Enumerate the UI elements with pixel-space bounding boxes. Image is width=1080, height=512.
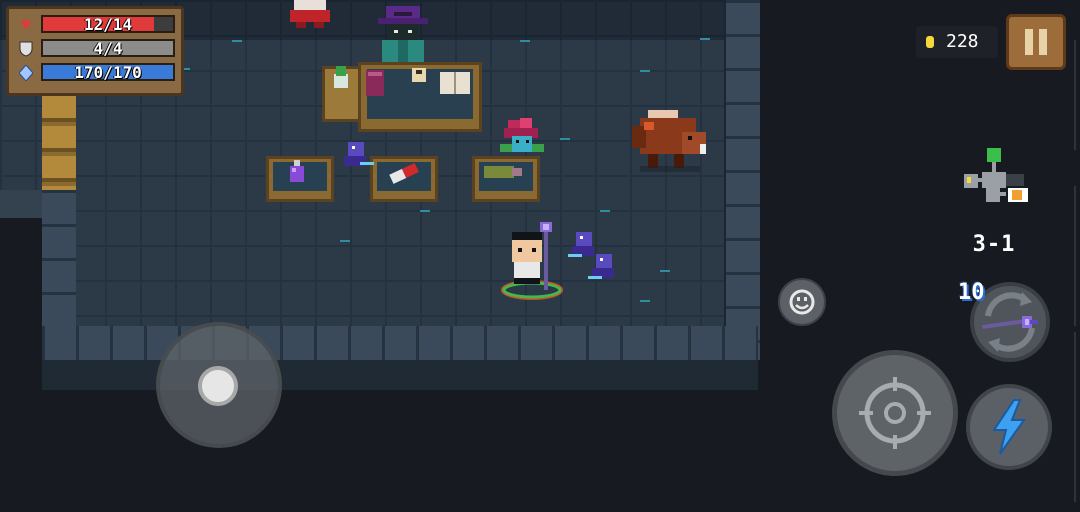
counter-items — [366, 68, 470, 96]
joystick-knob[interactable] — [198, 366, 238, 406]
energy-row: 170/170 — [15, 63, 175, 83]
player-character-sprite — [501, 222, 563, 300]
hp-text: 12/14 — [83, 15, 133, 34]
floor-accent — [640, 300, 650, 302]
floor-accent — [520, 40, 530, 42]
screen-edge — [1074, 40, 1076, 150]
void — [0, 218, 42, 398]
stats-panel: ♥ 12/14 4/4 170/170 — [6, 6, 184, 96]
hp-bar: 12/14 — [41, 15, 175, 34]
boar-enemy-sprite — [632, 110, 706, 172]
floor-accent — [420, 210, 430, 212]
bottom-wall — [42, 326, 758, 360]
hp-row: ♥ 12/14 — [15, 15, 175, 35]
potion-sprite[interactable] — [288, 160, 306, 184]
screen-edge — [1074, 332, 1076, 502]
purple-familiar-sprite — [588, 254, 614, 279]
floor-accent — [560, 138, 570, 140]
floor-accent — [640, 70, 650, 72]
energy-text: 170/170 — [74, 63, 142, 82]
floor-accent — [232, 40, 242, 42]
lightning-icon — [992, 399, 1026, 455]
left-wall — [42, 190, 76, 330]
level-indicator: 3-1 — [972, 232, 1016, 257]
armor-bar: 4/4 — [41, 39, 175, 58]
minimap[interactable] — [960, 148, 1032, 220]
floor-accent — [660, 270, 670, 272]
heart-icon: ♥ — [21, 16, 31, 34]
gun-sprite[interactable] — [482, 162, 524, 182]
pause-button[interactable] — [1006, 14, 1066, 70]
energy-bar: 170/170 — [41, 63, 175, 82]
minimap-shop-marker — [967, 177, 971, 183]
coin-counter: 228 — [916, 26, 998, 58]
minimap-room-current — [982, 172, 1006, 188]
coin-amount: 228 — [946, 31, 979, 52]
minimap-room — [1006, 174, 1024, 186]
armor-text: 4/4 — [93, 39, 123, 58]
attack-button[interactable] — [832, 350, 958, 476]
red-npc-sprite — [290, 0, 330, 28]
merchant-sprite[interactable] — [372, 2, 434, 68]
coin-icon — [926, 36, 934, 48]
wooden-pillar — [42, 92, 76, 190]
weapon-energy-cost: 10 — [958, 280, 985, 305]
shield-icon — [15, 40, 37, 58]
right-wall — [724, 0, 760, 360]
minimap-corridor — [978, 178, 982, 182]
diamond-icon — [15, 64, 37, 82]
flower-creature-sprite — [500, 118, 544, 152]
screen-edge — [1074, 186, 1076, 326]
smiley-icon — [789, 289, 815, 315]
purple-familiar-sprite — [344, 142, 374, 166]
potion-plant-sprite — [334, 66, 348, 88]
minimap-room-start — [987, 148, 1001, 162]
floor-accent — [340, 240, 350, 242]
floor-accent — [600, 210, 610, 212]
minimap-chest-marker — [1012, 190, 1022, 200]
armor-row: 4/4 — [15, 39, 175, 59]
capsule-sprite[interactable] — [388, 162, 422, 184]
floor-accent — [700, 38, 710, 40]
emote-button[interactable] — [778, 278, 826, 326]
minimap-corridor — [1000, 192, 1006, 196]
bottom-wall-face — [42, 360, 758, 390]
minimap-room — [986, 188, 1000, 202]
crosshair-icon — [859, 377, 931, 449]
skill-button[interactable] — [966, 384, 1052, 470]
